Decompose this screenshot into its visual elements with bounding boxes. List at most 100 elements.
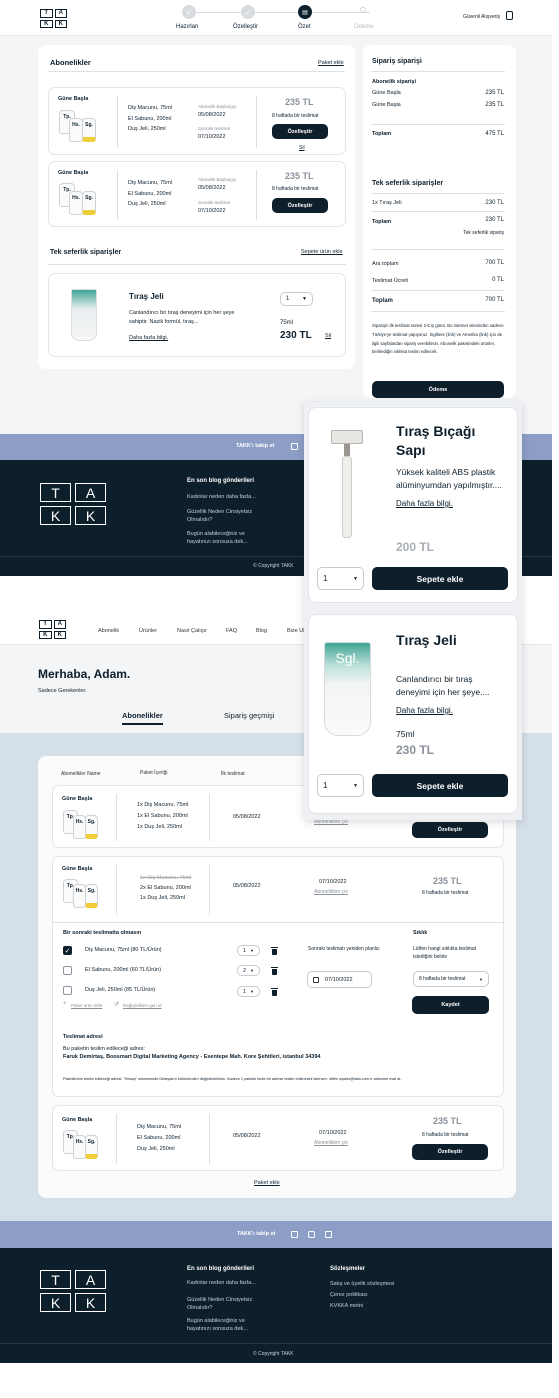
quantity-select[interactable]: 1 ▼ — [280, 292, 313, 306]
date-picker[interactable]: 07/10/2022 — [307, 971, 372, 988]
add-package-link[interactable]: Paket ekle — [318, 60, 344, 66]
exclude-checkbox[interactable] — [63, 986, 72, 995]
logo-letter: K — [40, 1293, 71, 1312]
frequency-select[interactable]: 8 haftada bir teslimat ▼ — [413, 971, 489, 987]
nav-item[interactable]: Ürünler — [139, 628, 157, 634]
trash-icon[interactable] — [271, 967, 278, 975]
start-label: Abonelik Başlangıç — [198, 177, 237, 182]
add-cart-product-link[interactable]: Sepete ürün ekle — [301, 249, 343, 255]
divider — [48, 264, 346, 265]
logo-letter: A — [53, 620, 66, 629]
razor-handle — [342, 456, 352, 538]
blog-link[interactable]: Kadınlar neden daha fazla... — [187, 1280, 256, 1286]
divider — [371, 249, 505, 250]
next-date: 07/10/2022 — [198, 134, 226, 140]
package-item: Duş Jeli, 250ml — [128, 126, 166, 132]
divider — [116, 794, 117, 841]
undo-link[interactable]: Değişiklikleri geri al — [123, 1003, 162, 1008]
nav-item[interactable]: Nasıl Çalışır — [177, 628, 207, 634]
quantity-select[interactable]: 1 ▼ — [237, 986, 260, 997]
unsubscribe-link[interactable]: Abonelikten çık — [314, 1140, 348, 1146]
quantity-select[interactable]: 1 ▼ — [317, 774, 364, 797]
package-item: Duş Jeli, 250ml — [137, 1146, 175, 1152]
column-header: İlk teslimat — [221, 771, 245, 777]
exclude-checkbox[interactable]: ✓ — [63, 946, 72, 955]
blog-title: En son blog gönderileri — [187, 478, 255, 484]
contract-link[interactable]: Satış ve üyelik sözleşmesi — [330, 1281, 394, 1287]
nav-item[interactable]: Abonelik — [98, 628, 119, 634]
divider — [209, 794, 210, 841]
tab-order-history[interactable]: Sipariş geçmişi — [224, 711, 274, 720]
unsubscribe-link[interactable]: Abonelikten çık — [314, 889, 348, 895]
more-info-link[interactable]: Daha fazla bilgi. — [396, 499, 453, 508]
takk-logo[interactable]: T A K K — [39, 8, 68, 29]
remove-link[interactable]: Sil — [325, 333, 331, 339]
more-info-link[interactable]: Daha fazla bilgi. — [396, 706, 453, 715]
razor-image — [331, 430, 363, 444]
facebook-icon[interactable] — [325, 1231, 332, 1238]
next-label: Sonraki teslimat — [198, 126, 231, 131]
nav-item[interactable]: FAQ — [226, 628, 237, 634]
step-label: Hazırlan — [176, 24, 199, 30]
blog-link[interactable]: Bugün alabileceğiniz ve hayatınızı sonsu… — [187, 530, 267, 546]
summary-total-label: Toplam — [372, 219, 392, 225]
order-summary-card: Sipariş siparişi Abonelik siparişi Güne … — [363, 45, 516, 398]
takk-logo[interactable]: T A K K — [38, 619, 67, 640]
payment-button[interactable]: Ödeme — [372, 381, 504, 398]
logo-letter: K — [75, 1293, 106, 1312]
tab-subscriptions[interactable]: Abonelikler — [122, 711, 163, 725]
trash-icon[interactable] — [271, 947, 278, 955]
save-button[interactable]: Kaydet — [412, 996, 489, 1014]
linkedin-icon[interactable] — [291, 1231, 298, 1238]
instagram-icon[interactable] — [308, 1231, 315, 1238]
logo-letter: T — [40, 9, 53, 18]
single-order-item: Tıraş Jeli Canlandırıcı bir tıraş deneyi… — [48, 273, 346, 357]
summary-row-label: Güne Başla — [372, 90, 401, 96]
blog-link[interactable]: Kadınlar neden daha fazla... — [187, 494, 256, 500]
frequency-title: Sıklık — [413, 930, 428, 936]
quantity-select[interactable]: 2 ▼ — [237, 965, 260, 976]
add-product-link[interactable]: Paket ürün ekle — [71, 1003, 102, 1008]
quantity-select[interactable]: 1 ▼ — [237, 945, 260, 956]
package-price: 235 TL — [285, 171, 314, 181]
blog-link[interactable]: Bugün alabileceğiniz ve hayatınızı sonsu… — [187, 1317, 267, 1333]
blog-link[interactable]: Güzellik Neden Cinsiyetsiz Olmalıdır? — [187, 508, 267, 524]
subscription-row-expanded: Güne Başla Tp. Hs. Sg. 1x Diş Macunu, 75… — [52, 856, 504, 1097]
payment-icon: ⬡ — [360, 7, 367, 14]
quantity-value: 1 — [243, 947, 247, 954]
subscriptions-title: Abonelikler — [50, 58, 91, 67]
add-package-link[interactable]: Paket ekle — [254, 1180, 280, 1186]
blog-link[interactable]: Güzellik Neden Cinsiyetsiz Olmalıdır? — [187, 1296, 267, 1312]
delivery-frequency: 8 haftada bir teslimat — [422, 890, 469, 896]
product-title: Tıraş Bıçağı Sapı — [396, 423, 476, 458]
linkedin-icon[interactable] — [291, 443, 298, 450]
exclude-checkbox[interactable] — [63, 966, 72, 975]
chevron-down-icon: ▼ — [250, 968, 254, 973]
product-price: 230 TL — [396, 743, 435, 757]
subscription-item: Güne Başla Tp. Hs. Sg. Diş Macunu, 75ml … — [48, 87, 346, 155]
add-to-cart-button[interactable]: Sepete ekle — [372, 567, 508, 590]
next-delivery: 07/10/2022 — [319, 879, 347, 885]
customize-button[interactable]: Özelleştir — [412, 822, 488, 838]
customize-button[interactable]: Özelleştir — [272, 124, 328, 139]
contract-link[interactable]: KVKKA metni — [330, 1303, 363, 1309]
add-to-cart-button[interactable]: Sepete ekle — [372, 774, 508, 797]
more-info-link[interactable]: Daha fazla bilgi. — [129, 335, 168, 341]
package-name: Güne Başla — [62, 796, 93, 802]
contract-link[interactable]: Çerez politikası — [330, 1292, 368, 1298]
step-label: Özelleştir — [233, 24, 259, 30]
subscription-item: Güne Başla Tp. Hs. Sg. Diş Macunu, 75ml … — [48, 161, 346, 227]
takk-logo[interactable]: T A K K — [38, 481, 108, 527]
customize-button[interactable]: Özelleştir — [272, 198, 328, 213]
trash-icon[interactable] — [271, 988, 278, 996]
remove-link[interactable]: Sil — [299, 145, 305, 151]
greeting: Merhaba, Adam. — [38, 667, 131, 681]
customize-button[interactable]: Özelleştir — [412, 1144, 488, 1160]
product-desc: Canlandırıcı bir tıraş deneyimi için her… — [129, 310, 235, 325]
nav-item[interactable]: Blog — [256, 628, 267, 634]
takk-logo[interactable]: T A K K — [38, 1268, 108, 1314]
quantity-select[interactable]: 1 ▼ — [317, 567, 364, 590]
first-delivery: 05/08/2022 — [233, 1133, 261, 1139]
calendar-icon — [313, 976, 319, 983]
divider — [256, 170, 257, 220]
